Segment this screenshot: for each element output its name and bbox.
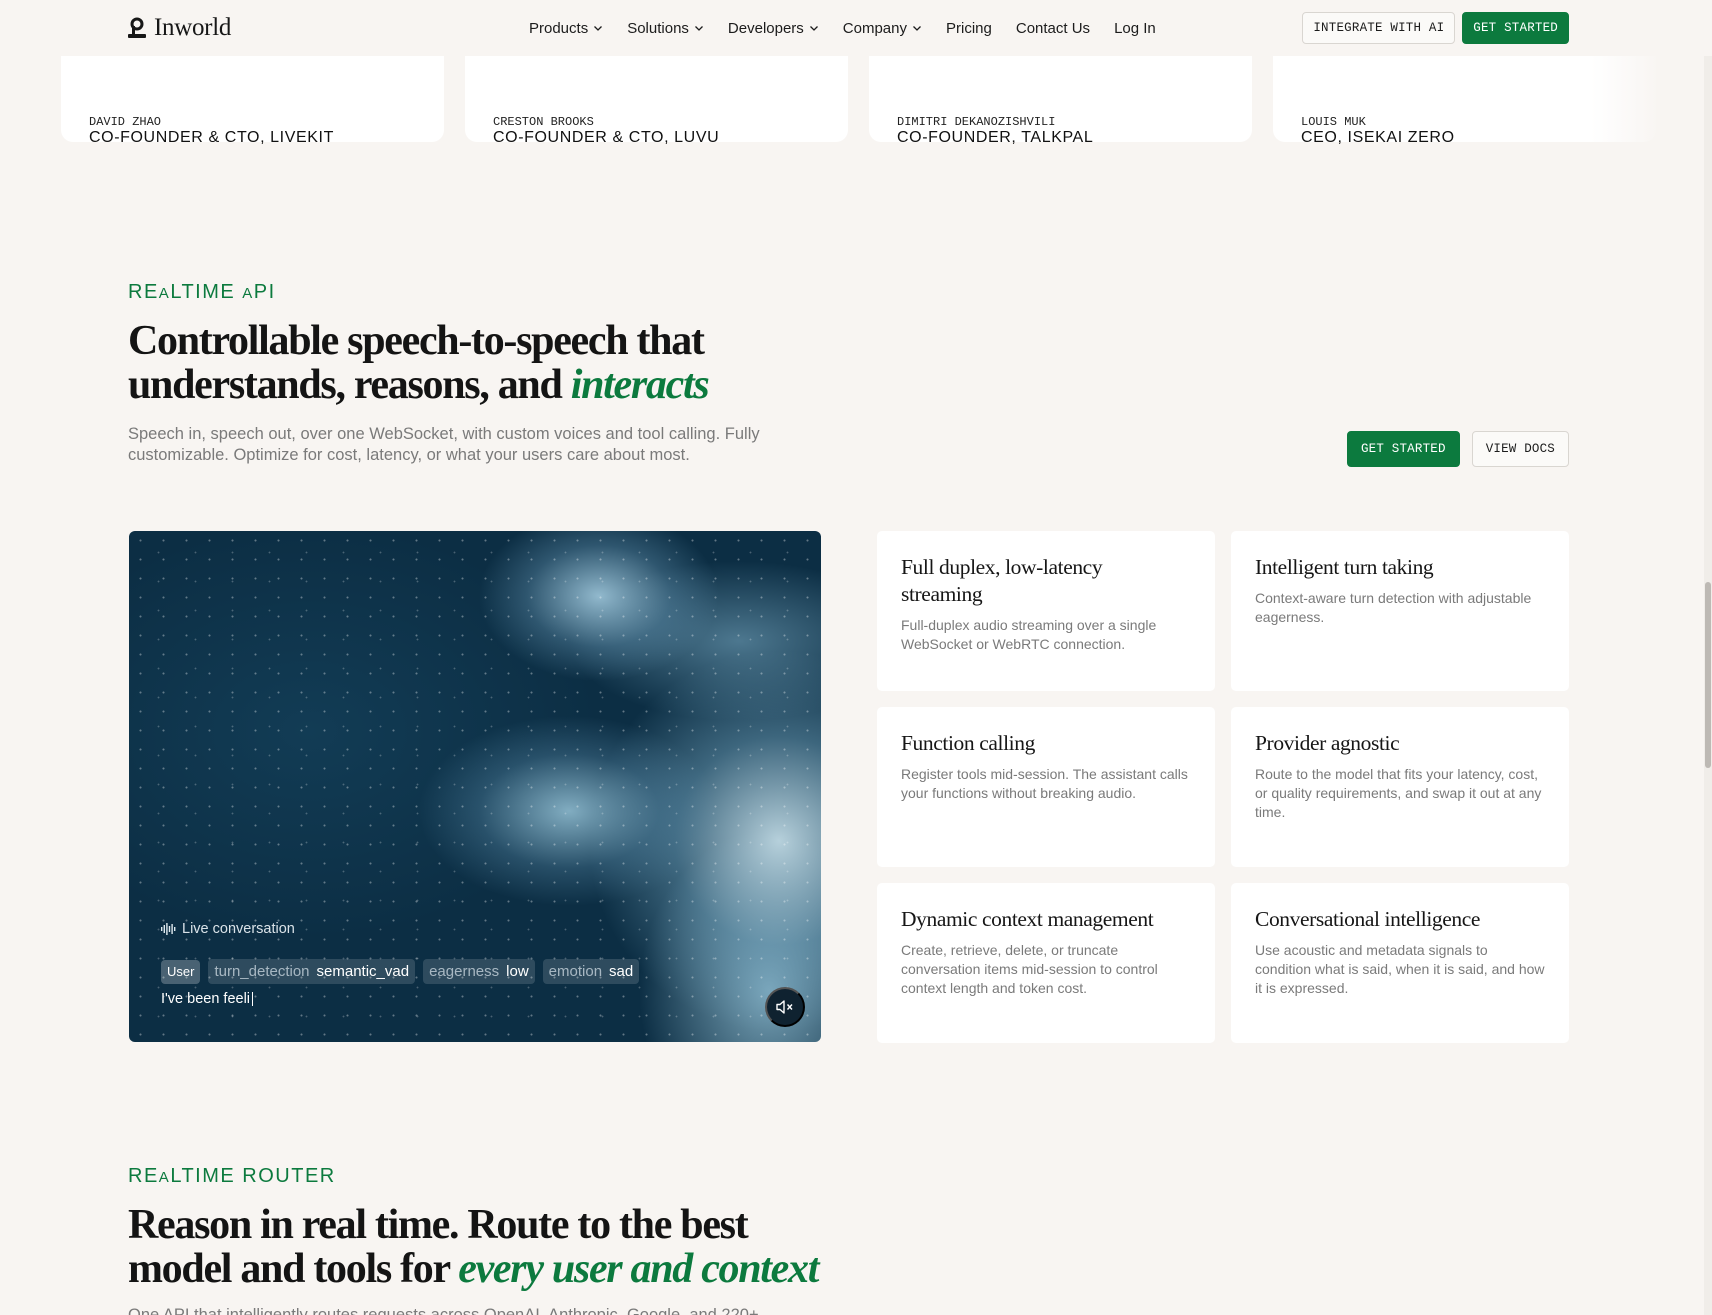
session-params: User turn_detection semantic_vad eagerne… — [161, 959, 640, 984]
nav-link-label: Company — [842, 19, 907, 37]
transcript-text: I've been feeli — [161, 991, 251, 1007]
eyebrow-part: LTIME ROUTER — [170, 1165, 336, 1187]
section-headline: Controllable speech-to-speech that under… — [128, 318, 710, 408]
feature-description: Full-duplex audio streaming over a singl… — [901, 617, 1157, 652]
param-key: emotion — [548, 963, 603, 980]
get-started-button[interactable]: GET STARTED — [1346, 431, 1460, 467]
integrate-with-ai-button[interactable]: INTEGRATE WITH AI — [1302, 12, 1456, 44]
logo[interactable]: Inworld — [128, 14, 231, 42]
nav-link-label: Solutions — [627, 19, 689, 37]
text-caret — [252, 992, 254, 1006]
nav-link-label: Developers — [727, 19, 804, 37]
feature-card: Function calling Register tools mid-sess… — [877, 707, 1215, 867]
feature-description: Use acoustic and metadata signals to con… — [1255, 942, 1545, 996]
nav-link-pricing[interactable]: Pricing — [946, 20, 992, 37]
testimonial-name: DAVID ZHAO — [89, 115, 162, 129]
feature-title: Conversational intelligence — [1255, 907, 1481, 931]
param-value: low — [506, 963, 529, 980]
nav-get-started-button[interactable]: GET STARTED — [1462, 12, 1569, 44]
testimonial-name: DIMITRI DEKANOZISHVILI — [897, 115, 1056, 129]
eyebrow-part: A — [242, 285, 254, 302]
headline-line: Reason in real time. Route to the best — [128, 1202, 749, 1248]
feature-description: Route to the model that fits your latenc… — [1255, 766, 1542, 820]
feature-title: Full duplex, low-latency streaming — [901, 555, 1103, 606]
audio-wave-icon — [161, 923, 176, 935]
feature-card: Intelligent turn taking Context-aware tu… — [1231, 531, 1569, 691]
chevron-down-icon — [694, 26, 703, 31]
scrollbar-thumb[interactable] — [1705, 582, 1711, 768]
live-transcript: I've been feeli — [161, 991, 254, 1007]
live-conversation-video[interactable]: Live conversation User turn_detection se… — [129, 531, 821, 1042]
eyebrow-part: PI — [253, 281, 276, 303]
nav-actions: INTEGRATE WITH AI GET STARTED — [1302, 12, 1569, 44]
nav-link-login[interactable]: Log In — [1114, 20, 1156, 37]
speaker-muted-icon — [776, 1000, 793, 1014]
nav-link-company[interactable]: Company — [843, 20, 922, 37]
feature-description: Create, retrieve, delete, or truncate co… — [901, 942, 1158, 996]
param-chip: turn_detection semantic_vad — [208, 959, 416, 984]
feature-card: Conversational intelligence Use acoustic… — [1231, 883, 1569, 1043]
testimonial-role: CO-FOUNDER & CTO, LIVEKIT — [89, 129, 334, 146]
testimonial-strip: DAVID ZHAO CO-FOUNDER & CTO, LIVEKIT CRE… — [61, 36, 1661, 146]
top-nav: Inworld Products Solutions Developers Co… — [0, 0, 1712, 56]
param-key: eagerness — [429, 963, 500, 980]
speaker-badge: User — [161, 959, 201, 984]
feature-title: Provider agnostic — [1255, 731, 1400, 755]
mute-toggle-button[interactable] — [765, 987, 805, 1027]
nav-link-contact[interactable]: Contact Us — [1016, 20, 1090, 37]
section-eyebrow: REALTIME API — [128, 281, 276, 304]
chevron-down-icon — [594, 26, 603, 31]
section-headline: Reason in real time. Route to the best m… — [128, 1202, 819, 1292]
testimonial-name: LOUIS MUK — [1301, 115, 1366, 129]
section-eyebrow: REALTIME ROUTER — [128, 1165, 336, 1188]
feature-title: Dynamic context management — [901, 907, 1154, 931]
testimonial-role: CEO, ISEKAI ZERO — [1301, 129, 1455, 146]
strip-fade-overlay — [1591, 56, 1661, 142]
chevron-down-icon — [913, 26, 921, 31]
section-actions: GET STARTED VIEW DOCS — [1346, 431, 1569, 467]
param-chip: eagerness low — [423, 959, 535, 984]
feature-card: Full duplex, low-latency streaming Full-… — [877, 531, 1215, 691]
feature-description: Register tools mid-session. The assistan… — [901, 766, 1188, 801]
feature-description: Context-aware turn detection with adjust… — [1255, 590, 1532, 625]
eyebrow-part: RE — [128, 281, 159, 303]
feature-card: Provider agnostic Route to the model tha… — [1231, 707, 1569, 867]
nav-link-products[interactable]: Products — [529, 20, 603, 37]
headline-line: Controllable speech-to-speech that — [128, 318, 705, 364]
live-label-text: Live conversation — [182, 921, 295, 937]
testimonial-role: CO-FOUNDER, TALKPAL — [897, 129, 1094, 146]
feature-grid: Full duplex, low-latency streaming Full-… — [877, 531, 1569, 1043]
param-chip: emotion sad — [542, 959, 640, 984]
section-lede: Speech in, speech out, over one WebSocke… — [128, 425, 760, 464]
headline-line: model and tools for — [128, 1246, 459, 1292]
logo-text: Inworld — [154, 14, 232, 41]
eyebrow-part: A — [158, 285, 171, 302]
param-value: sad — [609, 963, 634, 980]
feature-card: Dynamic context management Create, retri… — [877, 883, 1215, 1043]
eyebrow-part: A — [158, 1169, 171, 1186]
feature-title: Intelligent turn taking — [1255, 555, 1434, 579]
testimonial-name: CRESTON BROOKS — [493, 115, 594, 129]
nav-links: Products Solutions Developers Company Pr… — [529, 0, 1180, 56]
chevron-down-icon — [809, 26, 818, 31]
headline-accent: interacts — [570, 362, 710, 408]
nav-link-developers[interactable]: Developers — [728, 20, 819, 37]
page-scrollbar[interactable] — [1704, 0, 1712, 1315]
feature-title: Function calling — [901, 731, 1035, 755]
testimonial-role: CO-FOUNDER & CTO, LUVU — [493, 129, 720, 146]
headline-accent: every user and context — [458, 1246, 819, 1292]
param-key: turn_detection — [214, 963, 310, 980]
headline-line: understands, reasons, and — [128, 362, 571, 408]
view-docs-button[interactable]: VIEW DOCS — [1471, 431, 1569, 467]
inworld-logo-icon — [128, 17, 146, 38]
section-lede: One API that intelligently routes reques… — [128, 1306, 759, 1315]
nav-link-label: Products — [529, 19, 589, 37]
nav-link-solutions[interactable]: Solutions — [627, 20, 704, 37]
eyebrow-part: LTIME — [170, 281, 243, 303]
eyebrow-part: RE — [128, 1165, 159, 1187]
param-value: semantic_vad — [316, 963, 410, 980]
live-conversation-label: Live conversation — [161, 921, 295, 937]
